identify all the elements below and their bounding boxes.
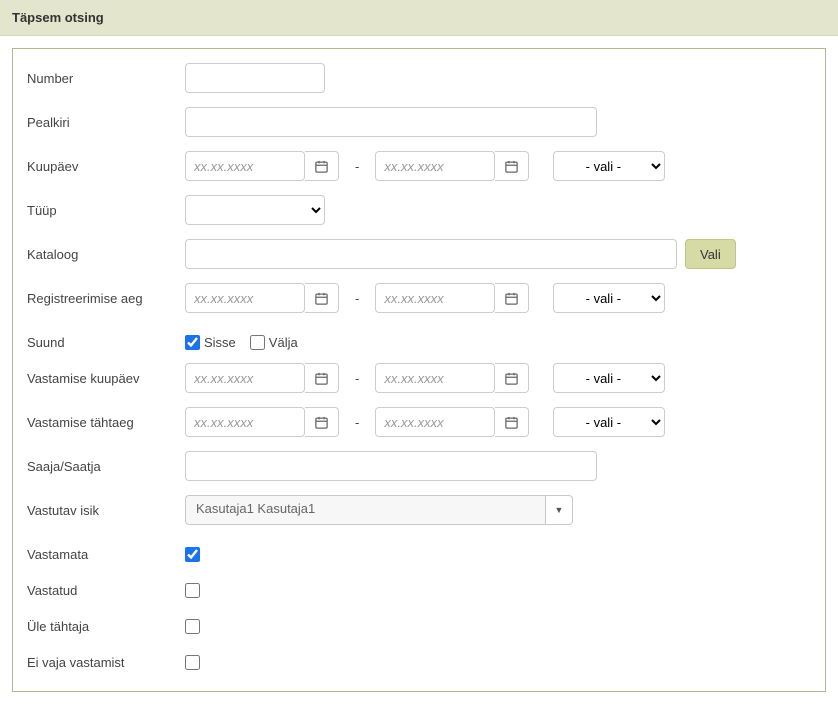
date-preset-select[interactable]: - vali -	[553, 151, 665, 181]
regtime-from-picker-button[interactable]	[305, 283, 339, 313]
calendar-icon	[314, 291, 329, 306]
number-input[interactable]	[185, 63, 325, 93]
calendar-icon	[504, 415, 519, 430]
regtime-label: Registreerimise aeg	[27, 291, 185, 306]
calendar-icon	[314, 159, 329, 174]
response-date-from-input[interactable]	[185, 363, 305, 393]
regtime-range-dash: -	[355, 291, 359, 306]
calendar-icon	[314, 371, 329, 386]
direction-out-checkbox[interactable]	[250, 335, 265, 350]
title-input[interactable]	[185, 107, 597, 137]
response-deadline-to-picker-button[interactable]	[495, 407, 529, 437]
response-date-to-picker-button[interactable]	[495, 363, 529, 393]
response-deadline-label: Vastamise tähtaeg	[27, 415, 185, 430]
responsible-combobox[interactable]: Kasutaja1 Kasutaja1 ▼	[185, 495, 573, 525]
type-select[interactable]	[185, 195, 325, 225]
response-date-to-input[interactable]	[375, 363, 495, 393]
answered-label: Vastatud	[27, 583, 185, 598]
overdue-checkbox[interactable]	[185, 619, 200, 634]
date-from-picker-button[interactable]	[305, 151, 339, 181]
response-deadline-range-dash: -	[355, 415, 359, 430]
calendar-icon	[504, 291, 519, 306]
chevron-down-icon: ▼	[555, 505, 564, 515]
response-date-preset-select[interactable]: - vali -	[553, 363, 665, 393]
date-to-picker-button[interactable]	[495, 151, 529, 181]
catalog-label: Kataloog	[27, 247, 185, 262]
regtime-preset-select[interactable]: - vali -	[553, 283, 665, 313]
overdue-label: Üle tähtaja	[27, 619, 185, 634]
responsible-dropdown-button[interactable]: ▼	[545, 495, 573, 525]
response-date-label: Vastamise kuupäev	[27, 371, 185, 386]
calendar-icon	[504, 371, 519, 386]
recipient-input[interactable]	[185, 451, 597, 481]
type-label: Tüüp	[27, 203, 185, 218]
catalog-choose-button[interactable]: Vali	[685, 239, 736, 269]
regtime-to-picker-button[interactable]	[495, 283, 529, 313]
regtime-from-input[interactable]	[185, 283, 305, 313]
calendar-icon	[314, 415, 329, 430]
responsible-label: Vastutav isik	[27, 503, 185, 518]
advanced-search-form: Number Pealkiri Kuupäev - - vali -	[12, 48, 826, 692]
unanswered-checkbox[interactable]	[185, 547, 200, 562]
unanswered-label: Vastamata	[27, 547, 185, 562]
direction-in-checkbox[interactable]	[185, 335, 200, 350]
catalog-input[interactable]	[185, 239, 677, 269]
date-to-input[interactable]	[375, 151, 495, 181]
response-date-range-dash: -	[355, 371, 359, 386]
response-deadline-preset-select[interactable]: - vali -	[553, 407, 665, 437]
date-range-dash: -	[355, 159, 359, 174]
response-deadline-from-picker-button[interactable]	[305, 407, 339, 437]
header-title: Täpsem otsing	[12, 10, 104, 25]
response-deadline-from-input[interactable]	[185, 407, 305, 437]
noneed-label: Ei vaja vastamist	[27, 655, 185, 670]
answered-checkbox[interactable]	[185, 583, 200, 598]
response-date-from-picker-button[interactable]	[305, 363, 339, 393]
response-deadline-to-input[interactable]	[375, 407, 495, 437]
direction-in-label[interactable]: Sisse	[204, 335, 236, 350]
recipient-label: Saaja/Saatja	[27, 459, 185, 474]
date-label: Kuupäev	[27, 159, 185, 174]
advanced-search-header: Täpsem otsing	[0, 0, 838, 36]
noneed-checkbox[interactable]	[185, 655, 200, 670]
title-label: Pealkiri	[27, 115, 185, 130]
direction-label: Suund	[27, 335, 185, 350]
regtime-to-input[interactable]	[375, 283, 495, 313]
calendar-icon	[504, 159, 519, 174]
date-from-input[interactable]	[185, 151, 305, 181]
number-label: Number	[27, 71, 185, 86]
responsible-value[interactable]: Kasutaja1 Kasutaja1	[185, 495, 545, 525]
direction-out-label[interactable]: Välja	[269, 335, 298, 350]
